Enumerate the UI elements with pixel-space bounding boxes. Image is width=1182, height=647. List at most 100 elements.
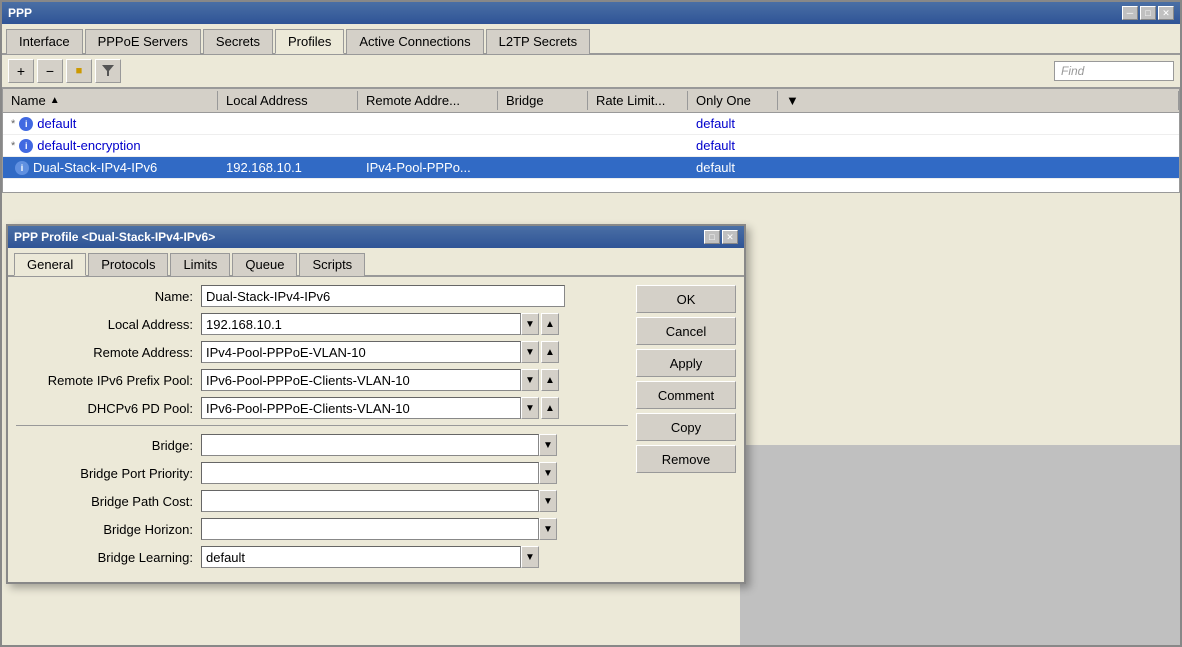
- cell-rate: [588, 123, 688, 125]
- remote-address-up-btn[interactable]: ▲: [541, 341, 559, 363]
- tab-profiles[interactable]: Profiles: [275, 29, 344, 54]
- local-address-up-btn[interactable]: ▲: [541, 313, 559, 335]
- form-row-local-address: Local Address: ▼ ▲: [16, 313, 628, 335]
- form-row-dhcpv6: DHCPv6 PD Pool: ▼ ▲: [16, 397, 628, 419]
- app-title: PPP: [8, 6, 32, 20]
- gray-background: [740, 445, 1180, 645]
- bridge-horizon-dropdown-btn[interactable]: ▼: [539, 518, 557, 540]
- remote-address-input[interactable]: [201, 341, 521, 363]
- dialog-tab-scripts[interactable]: Scripts: [299, 253, 365, 276]
- tab-l2tp-secrets[interactable]: L2TP Secrets: [486, 29, 591, 54]
- bridge-path-cost-dropdown-btn[interactable]: ▼: [539, 490, 557, 512]
- cancel-button[interactable]: Cancel: [636, 317, 736, 345]
- add-button[interactable]: +: [8, 59, 34, 83]
- name-input[interactable]: [201, 285, 565, 307]
- tab-secrets[interactable]: Secrets: [203, 29, 273, 54]
- row-icon: i: [19, 139, 33, 153]
- dialog-tab-limits[interactable]: Limits: [170, 253, 230, 276]
- tab-pppoe-servers[interactable]: PPPoE Servers: [85, 29, 201, 54]
- tab-interface[interactable]: Interface: [6, 29, 83, 54]
- bridge-learning-input[interactable]: [201, 546, 521, 568]
- cell-rate: [588, 167, 688, 169]
- col-header-extra: ▼: [778, 91, 1179, 110]
- table-row[interactable]: * i default default: [3, 113, 1179, 135]
- bridge-learning-dropdown-btn[interactable]: ▼: [521, 546, 539, 568]
- local-address-input[interactable]: [201, 313, 521, 335]
- add-icon: +: [17, 63, 25, 79]
- bridge-horizon-label: Bridge Horizon:: [16, 522, 201, 537]
- row-icon: i: [19, 117, 33, 131]
- bridge-input[interactable]: [201, 434, 539, 456]
- cell-name: * i default: [3, 115, 218, 132]
- main-window: PPP ─ □ ✕ Interface PPPoE Servers Secret…: [0, 0, 1182, 647]
- remote-ipv6-label: Remote IPv6 Prefix Pool:: [16, 373, 201, 388]
- edit-button[interactable]: ■: [66, 59, 92, 83]
- bridge-horizon-group: ▼: [201, 518, 557, 540]
- remove-button[interactable]: −: [37, 59, 63, 83]
- remote-ipv6-dropdown-btn[interactable]: ▼: [521, 369, 539, 391]
- ok-button[interactable]: OK: [636, 285, 736, 313]
- bridge-port-priority-dropdown-btn[interactable]: ▼: [539, 462, 557, 484]
- find-input[interactable]: Find: [1054, 61, 1174, 81]
- form-row-bridge-horizon: Bridge Horizon: ▼: [16, 518, 628, 540]
- cell-name: i Dual-Stack-IPv4-IPv6: [3, 159, 218, 176]
- form-row-remote-address: Remote Address: ▼ ▲: [16, 341, 628, 363]
- cell-remote: IPv4-Pool-PPPo...: [358, 159, 498, 176]
- remove-button[interactable]: Remove: [636, 445, 736, 473]
- dhcpv6-input[interactable]: [201, 397, 521, 419]
- copy-button[interactable]: Copy: [636, 413, 736, 441]
- dialog-tabs: General Protocols Limits Queue Scripts: [8, 248, 744, 277]
- bridge-dropdown-btn[interactable]: ▼: [539, 434, 557, 456]
- dialog-minimize-button[interactable]: □: [704, 230, 720, 244]
- dialog-title-text: PPP Profile <Dual-Stack-IPv4-IPv6>: [14, 230, 215, 244]
- bridge-port-priority-label: Bridge Port Priority:: [16, 466, 201, 481]
- cell-bridge: [498, 123, 588, 125]
- comment-button[interactable]: Comment: [636, 381, 736, 409]
- apply-button[interactable]: Apply: [636, 349, 736, 377]
- dialog-title-bar: PPP Profile <Dual-Stack-IPv4-IPv6> □ ✕: [8, 226, 744, 248]
- dialog-body: Name: Local Address: ▼ ▲ Remote Address:: [8, 277, 744, 582]
- dialog-tab-queue[interactable]: Queue: [232, 253, 297, 276]
- local-address-group: ▼ ▲: [201, 313, 559, 335]
- local-address-label: Local Address:: [16, 317, 201, 332]
- col-header-local[interactable]: Local Address: [218, 91, 358, 110]
- close-button[interactable]: ✕: [1158, 6, 1174, 20]
- dialog-tab-general[interactable]: General: [14, 253, 86, 276]
- dialog-tab-protocols[interactable]: Protocols: [88, 253, 168, 276]
- local-address-dropdown-btn[interactable]: ▼: [521, 313, 539, 335]
- col-header-name[interactable]: Name ▲: [3, 91, 218, 110]
- bridge-label: Bridge:: [16, 438, 201, 453]
- bridge-path-cost-input[interactable]: [201, 490, 539, 512]
- filter-button[interactable]: [95, 59, 121, 83]
- table-header: Name ▲ Local Address Remote Addre... Bri…: [3, 89, 1179, 113]
- dhcpv6-label: DHCPv6 PD Pool:: [16, 401, 201, 416]
- remote-address-label: Remote Address:: [16, 345, 201, 360]
- col-header-bridge[interactable]: Bridge: [498, 91, 588, 110]
- form-divider: [16, 425, 628, 426]
- remote-address-dropdown-btn[interactable]: ▼: [521, 341, 539, 363]
- col-header-remote[interactable]: Remote Addre...: [358, 91, 498, 110]
- form-row-bridge: Bridge: ▼: [16, 434, 628, 456]
- restore-button[interactable]: □: [1140, 6, 1156, 20]
- dialog-title-controls: □ ✕: [704, 230, 738, 244]
- table-row[interactable]: i Dual-Stack-IPv4-IPv6 192.168.10.1 IPv4…: [3, 157, 1179, 179]
- remote-ipv6-up-btn[interactable]: ▲: [541, 369, 559, 391]
- cell-remote: [358, 123, 498, 125]
- bridge-learning-label: Bridge Learning:: [16, 550, 201, 565]
- dialog-buttons: OK Cancel Apply Comment Copy Remove: [636, 285, 736, 574]
- bridge-port-priority-input[interactable]: [201, 462, 539, 484]
- dhcpv6-dropdown-btn[interactable]: ▼: [521, 397, 539, 419]
- remote-ipv6-input[interactable]: [201, 369, 521, 391]
- col-header-only[interactable]: Only One: [688, 91, 778, 110]
- bridge-path-cost-label: Bridge Path Cost:: [16, 494, 201, 509]
- col-header-rate[interactable]: Rate Limit...: [588, 91, 688, 110]
- table-row[interactable]: * i default-encryption default: [3, 135, 1179, 157]
- form-row-bridge-port-priority: Bridge Port Priority: ▼: [16, 462, 628, 484]
- cell-local: [218, 145, 358, 147]
- bridge-horizon-input[interactable]: [201, 518, 539, 540]
- dhcpv6-up-btn[interactable]: ▲: [541, 397, 559, 419]
- tab-active-connections[interactable]: Active Connections: [346, 29, 483, 54]
- cell-bridge: [498, 167, 588, 169]
- dialog-close-button[interactable]: ✕: [722, 230, 738, 244]
- minimize-button[interactable]: ─: [1122, 6, 1138, 20]
